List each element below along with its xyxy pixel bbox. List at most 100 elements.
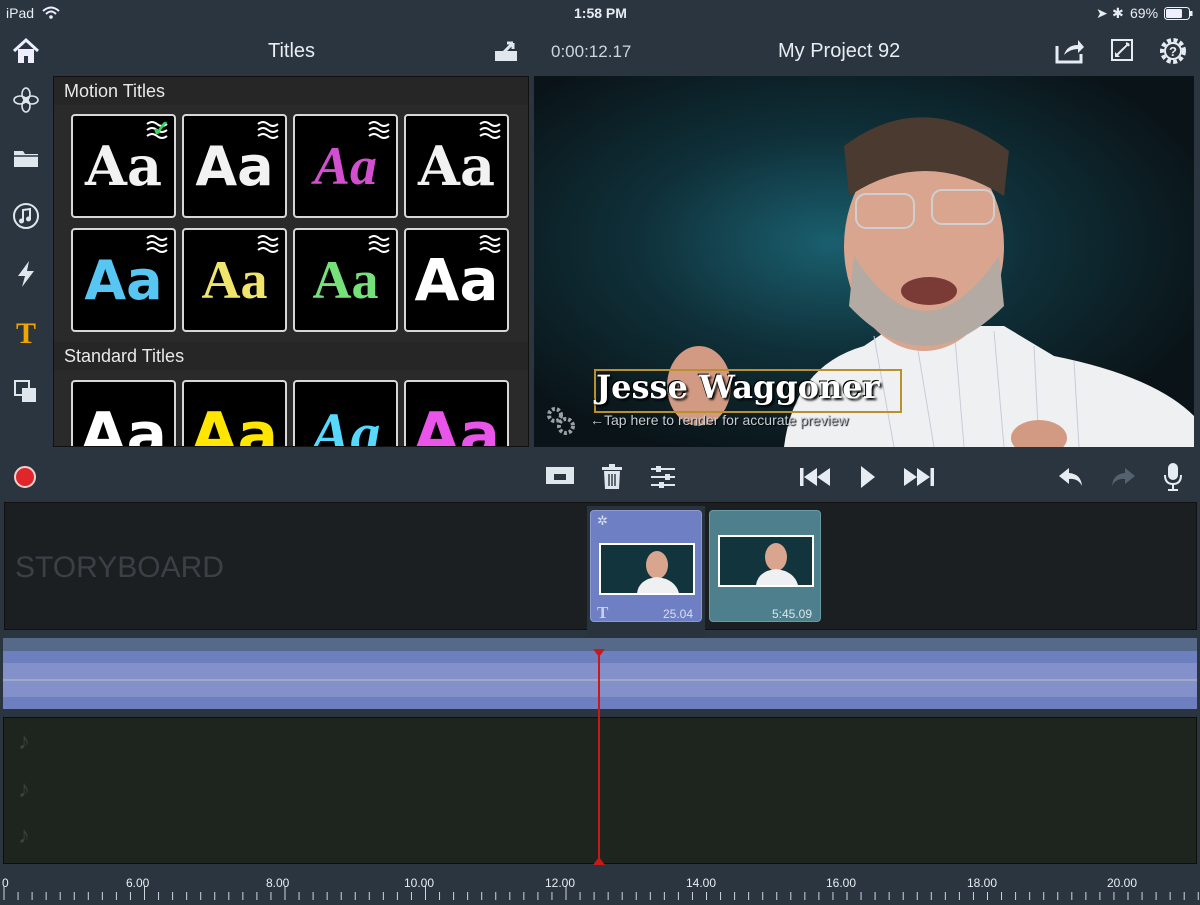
storyboard-label: STORYBOARD (15, 551, 224, 584)
ruler-label: 8.00 (266, 876, 290, 890)
sidebar: T (0, 76, 52, 450)
wifi-icon (42, 6, 60, 19)
microphone-icon[interactable] (1160, 460, 1186, 494)
tile-glyph: Aa (413, 400, 500, 447)
flower-icon[interactable] (8, 82, 44, 118)
render-hint[interactable]: ←Tap here to render for accurate preview (590, 412, 848, 428)
music-note-icon: ♪ (18, 776, 30, 803)
import-icon[interactable] (491, 36, 521, 66)
selected-check-icon: ✓ (151, 116, 170, 142)
motion-wave-icon (257, 121, 279, 139)
record-icon[interactable] (14, 466, 36, 488)
ruler-label: 6.00 (126, 876, 150, 890)
motion-wave-icon (146, 235, 168, 253)
clip-title-icon: T (597, 603, 609, 622)
clip-1[interactable]: ✲ T 25.04 (590, 510, 702, 622)
title-tile[interactable]: Aa (71, 228, 176, 332)
motion-wave-icon (479, 121, 501, 139)
title-browser: Motion Titles Aa ✓ Aa Aa Aa Aa Aa Aa Aa S… (53, 76, 529, 447)
title-tile[interactable]: Aa (404, 114, 509, 218)
title-tile[interactable]: Aa (182, 228, 287, 332)
folder-icon[interactable] (8, 140, 44, 176)
music-icon[interactable] (8, 198, 44, 234)
timeline-ruler[interactable]: 0 6.00 8.00 10.00 12.00 14.00 16.00 18.0… (0, 866, 1200, 900)
adjustments-icon[interactable] (648, 462, 678, 492)
title-tile[interactable]: Aa (293, 114, 398, 218)
skip-forward-icon[interactable] (900, 462, 936, 492)
tile-glyph: Aa (80, 400, 167, 447)
timecode: 0:00:12.17 (551, 42, 632, 61)
status-bar: iPad 1:58 PM ➤ ✱ 69% (0, 0, 1200, 26)
tile-glyph: Aa (84, 248, 163, 312)
location-icon: ➤ (1096, 5, 1108, 21)
tile-glyph: Aa (191, 400, 278, 447)
audio-waveform (3, 679, 1197, 681)
title-tile[interactable]: Aa (404, 228, 509, 332)
title-t-icon[interactable]: T (8, 316, 44, 352)
ruler-label: 12.00 (545, 876, 576, 890)
motion-wave-icon (257, 235, 279, 253)
clip-duration: 25.04 (662, 607, 693, 621)
share-icon[interactable] (1054, 35, 1086, 67)
tile-glyph: Aa (310, 401, 381, 447)
tile-glyph: Aa (195, 134, 274, 198)
clip-2[interactable]: 5:45.09 (709, 510, 821, 622)
top-bar: Titles 0:00:12.17 My Project 92 ? (0, 26, 1200, 76)
lightning-icon[interactable] (8, 256, 44, 292)
title-tile[interactable]: Aa (293, 380, 398, 447)
panel-title: Titles (268, 40, 316, 62)
standard-titles-header: Standard Titles (54, 342, 528, 370)
tile-glyph: Aa (414, 246, 499, 314)
ruler-label: 10.00 (404, 876, 435, 890)
tile-glyph: Aa (85, 134, 162, 198)
overlay-icon[interactable] (8, 374, 44, 410)
tile-glyph: Aa (313, 136, 378, 196)
title-tile[interactable]: Aa (293, 228, 398, 332)
motion-wave-icon (368, 121, 390, 139)
motion-wave-icon (479, 235, 501, 253)
battery-icon (1164, 7, 1193, 20)
svg-text:?: ? (1169, 44, 1177, 59)
title-overlay-text[interactable]: Jesse Waggoner (596, 368, 880, 406)
motion-wave-icon (368, 235, 390, 253)
clip-thumbnail (718, 535, 814, 587)
motion-titles-header: Motion Titles (54, 77, 528, 105)
music-track[interactable]: ♪ ♪ ♪ (3, 717, 1197, 864)
skip-back-icon[interactable] (798, 462, 834, 492)
video-preview[interactable]: Jesse Waggoner ←Tap here to render for a… (534, 76, 1194, 447)
title-tile[interactable]: Aa (71, 380, 176, 447)
title-tile[interactable]: Aa (182, 114, 287, 218)
bluetooth-icon: ✱ (1112, 5, 1124, 21)
undo-icon[interactable] (1056, 462, 1086, 492)
clip-duration: 5:45.09 (771, 607, 812, 621)
project-title[interactable]: My Project 92 (778, 40, 900, 63)
title-tile[interactable]: Aa (404, 380, 509, 447)
clip-thumbnail (599, 543, 695, 595)
ruler-label: 16.00 (826, 876, 857, 890)
play-icon[interactable] (854, 462, 882, 492)
ruler-label: 18.00 (967, 876, 998, 890)
edit-toolbar (0, 452, 1200, 500)
home-icon[interactable] (8, 34, 44, 68)
clock: 1:58 PM (574, 5, 627, 21)
render-gears-icon[interactable] (544, 404, 578, 438)
battery-percent: 69% (1130, 5, 1159, 21)
clip-settings-icon[interactable]: ✲ (597, 513, 608, 529)
ruler-ticks (3, 886, 1199, 900)
playhead[interactable] (598, 652, 600, 864)
title-tile[interactable]: Aa (182, 380, 287, 447)
redo-icon[interactable] (1108, 462, 1138, 492)
help-gear-icon[interactable]: ? (1156, 34, 1190, 68)
clip-audio-track[interactable] (3, 651, 1197, 709)
split-clip-icon[interactable] (544, 462, 576, 492)
title-tile[interactable]: Aa ✓ (71, 114, 176, 218)
tile-glyph: Aa (201, 250, 268, 310)
trash-icon[interactable] (598, 462, 626, 492)
music-note-icon: ♪ (18, 728, 30, 755)
playhead-top-marker (593, 649, 605, 657)
ruler-label: 0 (2, 876, 9, 890)
playhead-bottom-marker (593, 857, 605, 865)
edit-icon[interactable] (1108, 36, 1136, 64)
device-label: iPad (6, 5, 35, 21)
ruler-label: 14.00 (686, 876, 717, 890)
